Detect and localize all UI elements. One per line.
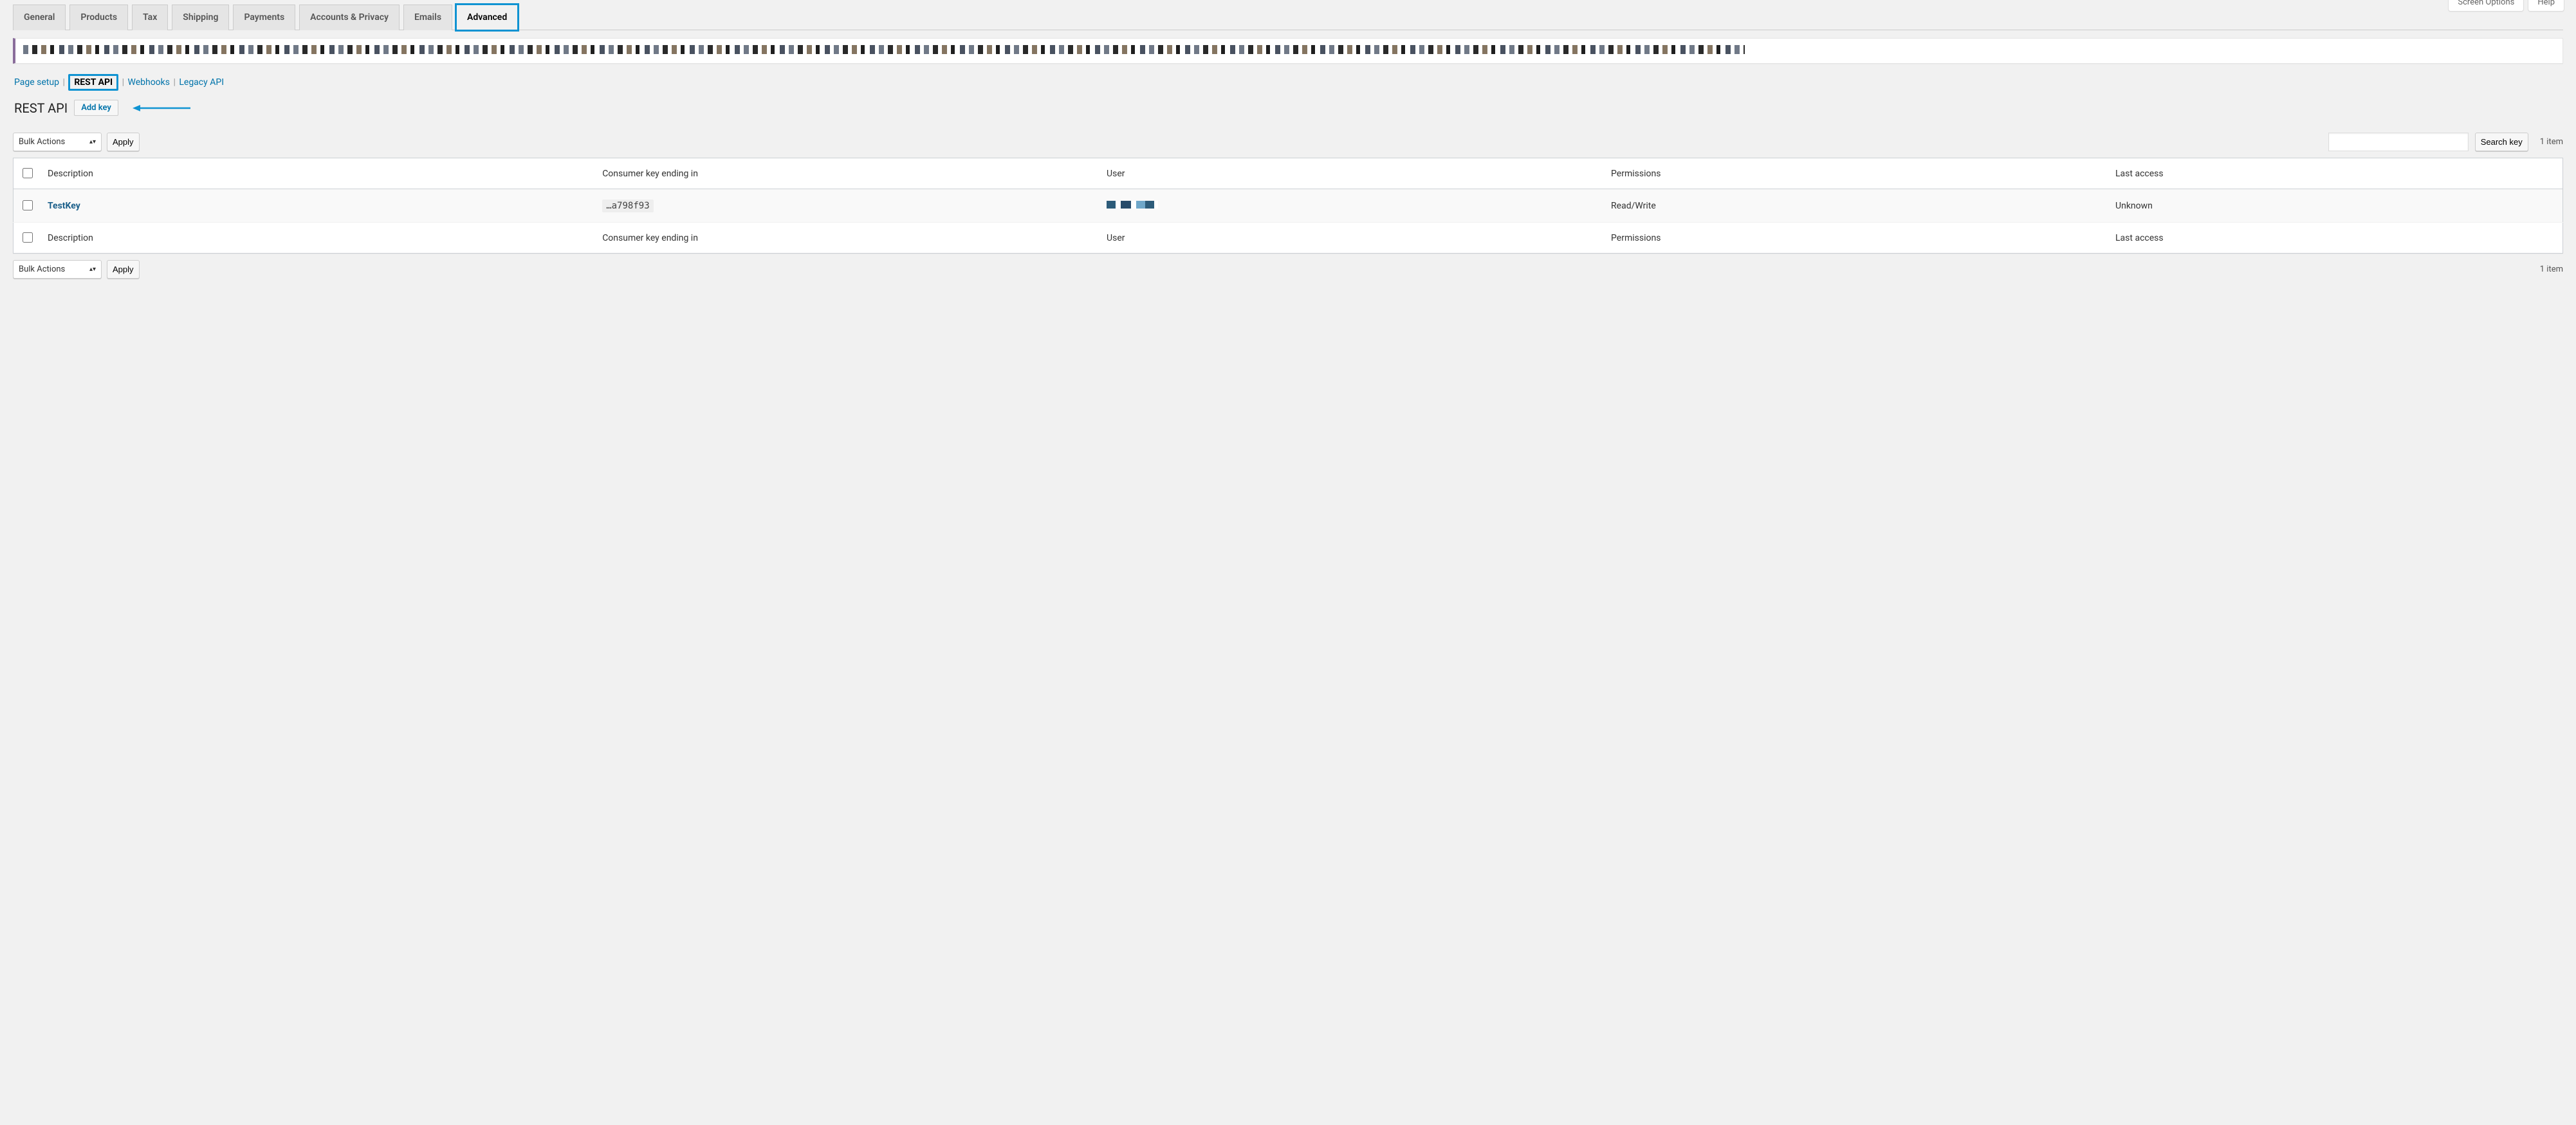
item-count-top: 1 item xyxy=(2540,137,2563,147)
subtab-page-setup[interactable]: Page setup xyxy=(14,77,59,88)
column-permissions-footer[interactable]: Permissions xyxy=(1605,223,2109,254)
subtab-rest-api[interactable]: REST API xyxy=(68,74,118,91)
notice-blurred-text xyxy=(23,45,1745,54)
column-consumer-key-footer[interactable]: Consumer key ending in xyxy=(596,223,1100,254)
bulk-actions-top: Bulk Actions ▴▾ Apply xyxy=(13,133,140,151)
subsections: Page setup | REST API | Webhooks | Legac… xyxy=(14,74,2563,91)
api-keys-table: Description Consumer key ending in User … xyxy=(13,158,2563,254)
admin-notice xyxy=(13,38,2563,64)
tab-emails[interactable]: Emails xyxy=(403,5,452,30)
search-key-button[interactable]: Search key xyxy=(2475,133,2528,151)
page-title: REST API xyxy=(14,100,68,116)
tab-general[interactable]: General xyxy=(13,5,66,30)
bulk-actions-label: Bulk Actions xyxy=(19,137,65,147)
tab-products[interactable]: Products xyxy=(69,5,128,30)
select-all-checkbox-bottom[interactable] xyxy=(23,232,33,243)
row-consumer-key: …a798f93 xyxy=(602,200,653,212)
row-user-blurred xyxy=(1107,201,1158,209)
separator: | xyxy=(61,77,68,88)
column-description[interactable]: Description xyxy=(41,158,596,189)
page-header: REST API Add key xyxy=(14,100,2563,116)
apply-button-bottom[interactable]: Apply xyxy=(107,260,140,279)
tablenav-bottom: Bulk Actions ▴▾ Apply 1 item xyxy=(13,260,2563,279)
tablenav-top: Bulk Actions ▴▾ Apply Search key 1 item xyxy=(13,133,2563,151)
help-button[interactable]: Help xyxy=(2528,0,2564,12)
screen-options-group: Screen Options Help xyxy=(2448,0,2564,12)
bulk-actions-label-bottom: Bulk Actions xyxy=(19,265,65,274)
row-permissions: Read/Write xyxy=(1605,189,2109,223)
caret-icon: ▴▾ xyxy=(89,266,96,273)
column-last-access-footer[interactable]: Last access xyxy=(2109,223,2562,254)
subtab-legacy-api[interactable]: Legacy API xyxy=(179,77,224,88)
bulk-actions-select[interactable]: Bulk Actions ▴▾ xyxy=(13,133,102,151)
tab-shipping[interactable]: Shipping xyxy=(172,5,229,30)
column-consumer-key[interactable]: Consumer key ending in xyxy=(596,158,1100,189)
tab-tax[interactable]: Tax xyxy=(132,5,168,30)
column-user-footer[interactable]: User xyxy=(1100,223,1605,254)
search-input[interactable] xyxy=(2328,133,2469,151)
row-last-access: Unknown xyxy=(2109,189,2562,223)
add-key-arrow-hint xyxy=(133,103,190,113)
column-user[interactable]: User xyxy=(1100,158,1605,189)
column-description-footer[interactable]: Description xyxy=(41,223,596,254)
tab-advanced[interactable]: Advanced xyxy=(456,5,518,30)
subtab-webhooks[interactable]: Webhooks xyxy=(127,77,170,88)
item-count-bottom: 1 item xyxy=(2540,265,2563,274)
bulk-actions-bottom: Bulk Actions ▴▾ Apply xyxy=(13,260,140,279)
tab-accounts-privacy[interactable]: Accounts & Privacy xyxy=(299,5,400,30)
screen-options-button[interactable]: Screen Options xyxy=(2448,0,2524,12)
apply-button-top[interactable]: Apply xyxy=(107,133,140,151)
settings-tabs: General Products Tax Shipping Payments A… xyxy=(13,0,2563,30)
table-row: TestKey …a798f93 Read/Write Unknown xyxy=(14,189,2563,223)
column-last-access[interactable]: Last access xyxy=(2109,158,2562,189)
column-permissions[interactable]: Permissions xyxy=(1605,158,2109,189)
row-checkbox[interactable] xyxy=(23,200,33,210)
separator: | xyxy=(172,77,179,88)
bulk-actions-select-bottom[interactable]: Bulk Actions ▴▾ xyxy=(13,260,102,279)
separator: | xyxy=(121,77,128,88)
add-key-button[interactable]: Add key xyxy=(74,100,118,116)
select-all-checkbox-top[interactable] xyxy=(23,168,33,178)
caret-icon: ▴▾ xyxy=(89,139,96,145)
row-description-link[interactable]: TestKey xyxy=(48,201,80,211)
tab-payments[interactable]: Payments xyxy=(233,5,295,30)
